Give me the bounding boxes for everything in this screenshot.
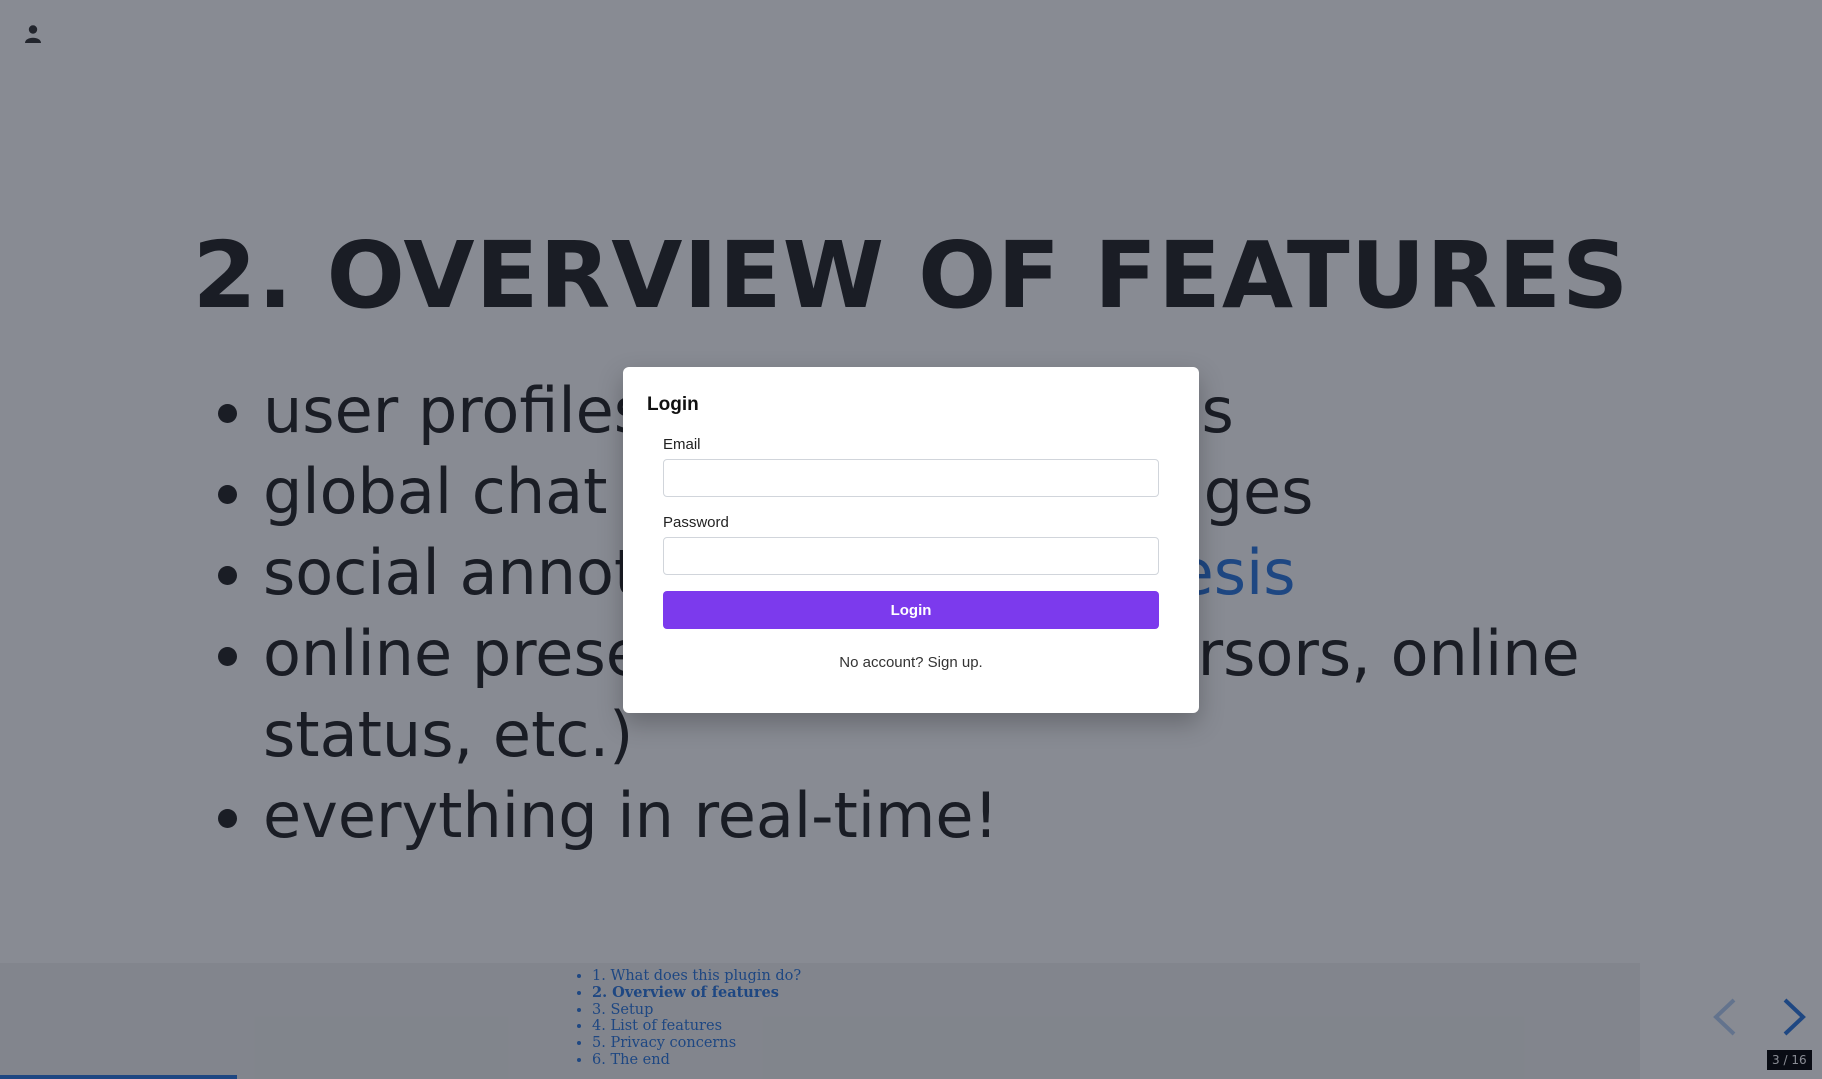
email-label: Email [663,436,701,453]
login-button[interactable]: Login [663,591,1159,629]
login-modal: Login Email Password Login No account? S… [623,367,1199,713]
modal-title: Login [647,394,699,415]
password-label: Password [663,514,729,531]
password-field[interactable] [663,537,1159,575]
signup-link[interactable]: No account? Sign up. [623,654,1199,671]
email-field[interactable] [663,459,1159,497]
